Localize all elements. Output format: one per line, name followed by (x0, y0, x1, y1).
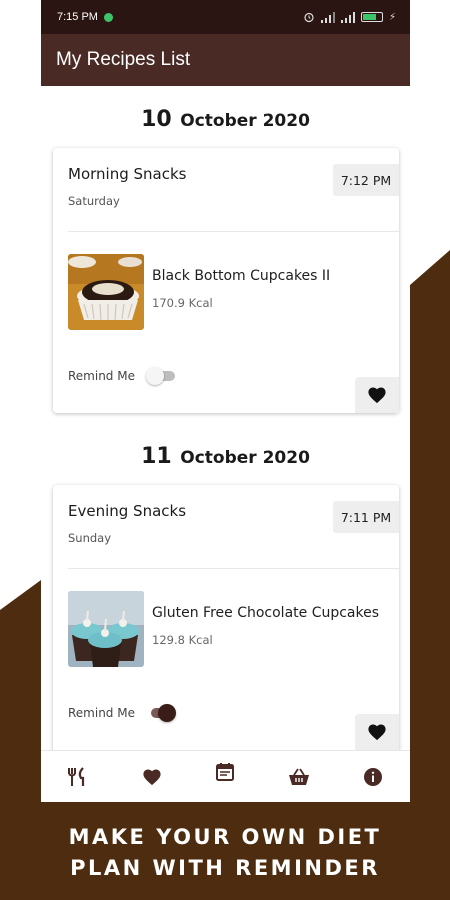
signal-icon (340, 11, 355, 23)
weekday-label: Sunday (68, 531, 112, 545)
status-icons: ⚡ (303, 11, 396, 23)
favorite-button[interactable] (355, 714, 399, 750)
favorite-button[interactable] (355, 377, 399, 413)
charging-icon: ⚡ (388, 11, 396, 23)
recipe-calories: 170.9 Kcal (152, 296, 213, 310)
date-heading: 10 October 2020 (41, 107, 410, 132)
date-day: 11 (141, 444, 172, 469)
recipe-calories: 129.8 Kcal (152, 633, 213, 647)
bottom-nav (41, 750, 410, 802)
promo-caption: MAKE YOUR OWN DIET PLAN WITH REMINDER (0, 822, 450, 884)
signal-icon (320, 11, 335, 23)
recipe-name[interactable]: Gluten Free Chocolate Cupcakes (152, 605, 379, 621)
nav-recipes[interactable] (58, 757, 98, 797)
recipe-thumbnail[interactable] (68, 254, 144, 330)
weekday-label: Saturday (68, 194, 120, 208)
time-badge[interactable]: 7:11 PM (333, 501, 399, 533)
nav-calendar[interactable] (205, 752, 245, 792)
meal-title: Morning Snacks (68, 165, 187, 183)
recipe-card[interactable]: Morning Snacks Saturday 7:12 PM Black Bo… (53, 148, 399, 413)
promo-line-2: PLAN WITH REMINDER (70, 856, 380, 880)
time-badge[interactable]: 7:12 PM (333, 164, 399, 196)
fork-knife-icon (67, 766, 84, 786)
remind-toggle[interactable] (146, 366, 176, 386)
divider (68, 568, 399, 569)
remind-toggle[interactable] (146, 703, 176, 723)
status-bar: 7:15 PM ⚡ (41, 0, 410, 34)
basket-icon (289, 768, 310, 785)
heart-icon (143, 768, 161, 785)
notification-dot-icon (103, 12, 113, 22)
info-icon (364, 767, 383, 786)
date-month-year: October 2020 (180, 111, 310, 131)
heart-icon (368, 387, 386, 404)
status-time: 7:15 PM (57, 11, 98, 23)
date-day: 10 (141, 107, 172, 132)
app-bar: My Recipes List (41, 34, 410, 86)
nav-shopping[interactable] (279, 757, 319, 797)
battery-icon (360, 12, 383, 22)
recipe-thumbnail[interactable] (68, 591, 144, 667)
date-heading: 11 October 2020 (41, 444, 410, 469)
page-title: My Recipes List (56, 49, 191, 70)
divider (68, 231, 399, 232)
alarm-icon (304, 12, 314, 23)
phone-screen: 7:15 PM ⚡ My Recipes List 10 October 202… (41, 0, 410, 802)
recipe-list[interactable]: 10 October 2020 Morning Snacks Saturday … (41, 86, 410, 750)
calendar-icon (216, 762, 235, 781)
remind-label: Remind Me (68, 369, 135, 383)
remind-label: Remind Me (68, 706, 135, 720)
nav-info[interactable] (353, 757, 393, 797)
heart-icon (368, 724, 386, 741)
recipe-name[interactable]: Black Bottom Cupcakes II (152, 268, 330, 284)
meal-title: Evening Snacks (68, 502, 187, 520)
date-month-year: October 2020 (180, 448, 310, 468)
promo-line-1: MAKE YOUR OWN DIET (68, 825, 382, 849)
nav-favorites[interactable] (132, 757, 172, 797)
recipe-card[interactable]: Evening Snacks Sunday 7:11 PM Gluten Fre… (53, 485, 399, 750)
